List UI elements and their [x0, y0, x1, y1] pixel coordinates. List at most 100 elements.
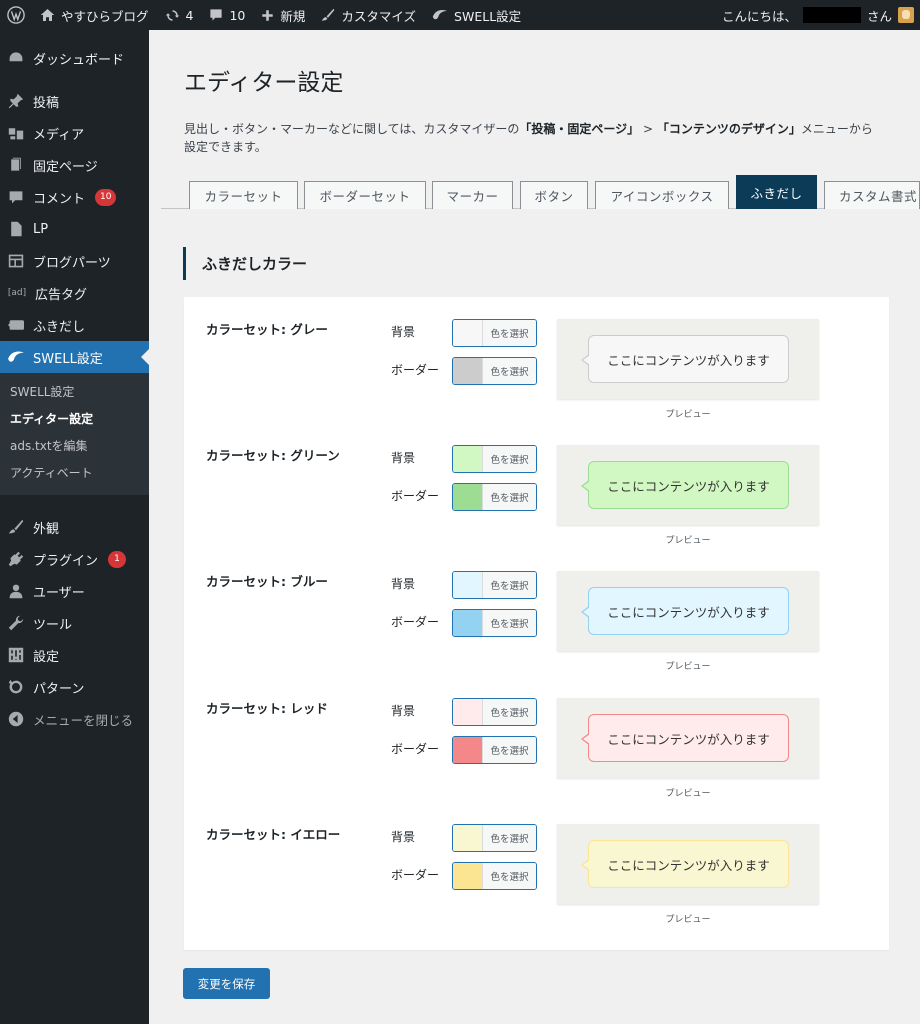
desc-text: メニューから — [800, 122, 873, 136]
tab-button[interactable]: ボタン — [520, 181, 588, 209]
menu-label: メディア — [33, 127, 85, 143]
updates-link[interactable]: 4 — [157, 0, 202, 30]
background-color-picker[interactable]: 色を選択 — [452, 571, 537, 599]
page-icon — [7, 156, 25, 174]
menu-media[interactable]: メディア — [0, 117, 149, 149]
tab-color-set[interactable]: カラーセット — [189, 181, 298, 209]
menu-pages[interactable]: 固定ページ — [0, 149, 149, 181]
border-swatch — [453, 863, 483, 889]
main-content: エディター設定 見出し・ボタン・マーカーなどに関しては、カスタマイザーの「投稿・… — [149, 30, 920, 1024]
updates-count: 4 — [185, 7, 194, 23]
swell-label: SWELL設定 — [454, 8, 522, 24]
menu-tools[interactable]: ツール — [0, 607, 149, 639]
border-swatch — [453, 737, 483, 763]
my-account[interactable]: こんにちは、 さん — [722, 6, 920, 25]
bubble-tail-fill — [583, 607, 590, 617]
menu-label: ブログパーツ — [33, 255, 111, 271]
menu-settings[interactable]: 設定 — [0, 639, 149, 671]
comments-count: 10 — [229, 7, 246, 23]
menu-appearance[interactable]: 外観 — [0, 511, 149, 543]
border-label: ボーダー — [391, 868, 440, 882]
collapse-menu-button[interactable]: メニューを閉じる — [0, 703, 149, 735]
background-swatch — [453, 825, 483, 851]
preview-bubble: ここにコンテンツが入ります — [581, 714, 789, 762]
menu-label: ツール — [33, 617, 73, 633]
save-button[interactable]: 変更を保存 — [183, 968, 270, 999]
border-label: ボーダー — [391, 615, 440, 629]
submenu-activate[interactable]: アクティベート — [0, 460, 149, 487]
background-color-picker[interactable]: 色を選択 — [452, 698, 537, 726]
preview-label: プレビュー — [665, 662, 711, 672]
submenu-editor-settings[interactable]: エディター設定 — [0, 406, 149, 433]
menu-label: ふきだし — [33, 319, 86, 335]
bubble-text: ここにコンテンツが入ります — [607, 857, 770, 873]
menu-label: プラグイン — [33, 553, 99, 569]
pick-color-label: 色を選択 — [483, 446, 536, 472]
menu-patterns[interactable]: パターン — [0, 671, 149, 703]
greeting-suffix: さん — [866, 8, 892, 24]
border-color-picker[interactable]: 色を選択 — [452, 357, 537, 385]
wordpress-logo-icon[interactable] — [0, 0, 32, 30]
ad-icon: [ad] — [7, 288, 27, 298]
preview-bubble: ここにコンテンツが入ります — [581, 461, 789, 509]
preview-label: プレビュー — [665, 536, 711, 546]
tab-icon-box[interactable]: アイコンボックス — [595, 181, 729, 209]
background-color-picker[interactable]: 色を選択 — [452, 824, 537, 852]
color-set-label: カラーセット: グレー — [206, 322, 328, 337]
comments-link[interactable]: 10 — [201, 0, 253, 30]
border-color-picker[interactable]: 色を選択 — [452, 483, 537, 511]
menu-plugins[interactable]: プラグイン 1 — [0, 543, 149, 575]
layout-icon — [7, 252, 25, 270]
menu-label: パターン — [33, 681, 85, 697]
pick-color-label: 色を選択 — [483, 737, 536, 763]
site-name: やすひらブログ — [61, 8, 149, 24]
tab-marker[interactable]: マーカー — [432, 181, 513, 209]
comment-icon — [7, 188, 25, 206]
balloon-preview: ここにコンテンツが入ります — [557, 698, 819, 778]
menu-posts[interactable]: 投稿 — [0, 85, 149, 117]
background-color-picker[interactable]: 色を選択 — [452, 445, 537, 473]
new-content-link[interactable]: 新規 — [253, 0, 313, 30]
menu-blog-parts[interactable]: ブログパーツ — [0, 245, 149, 277]
menu-comments[interactable]: コメント 10 — [0, 181, 149, 213]
border-color-picker[interactable]: 色を選択 — [452, 862, 537, 890]
background-swatch — [453, 446, 483, 472]
color-set-row: カラーセット: ブルー 背景 色を選択 ボーダー 色を選択 ここにコンテンツが入ります プレ… — [184, 549, 889, 675]
submenu-swell-settings[interactable]: SWELL設定 — [0, 379, 149, 406]
avatar[interactable] — [898, 7, 914, 23]
menu-swell-settings[interactable]: SWELL設定 — [0, 341, 149, 373]
menu-users[interactable]: ユーザー — [0, 575, 149, 607]
greeting-prefix: こんにちは、 — [721, 8, 797, 24]
tab-custom-format[interactable]: カスタム書式 — [824, 181, 920, 209]
customize-label: カスタマイズ — [341, 8, 417, 24]
menu-label: 外観 — [33, 521, 60, 537]
menu-balloons[interactable]: ふきだし — [0, 309, 149, 341]
new-label: 新規 — [280, 8, 306, 24]
background-label: 背景 — [391, 830, 416, 844]
menu-dashboard[interactable]: ダッシュボード — [0, 42, 149, 74]
menu-ad-tags[interactable]: [ad] 広告タグ — [0, 277, 149, 309]
tab-balloon[interactable]: ふきだし — [736, 175, 817, 209]
swell-icon — [7, 348, 25, 366]
color-set-row: カラーセット: イエロー 背景 色を選択 ボーダー 色を選択 ここにコンテンツが入りますプ… — [184, 802, 889, 928]
background-label: 背景 — [391, 451, 416, 465]
menu-lp[interactable]: LP — [0, 213, 149, 245]
border-color-picker[interactable]: 色を選択 — [452, 736, 537, 764]
submenu-ads-txt[interactable]: ads.txtを編集 — [0, 433, 149, 460]
bubble-text: ここにコンテンツが入ります — [607, 352, 770, 368]
bubble-tail-fill — [583, 481, 590, 491]
desc-text: 見出し・ボタン・マーカーなどに関しては、カスタマイザーの — [184, 122, 520, 136]
background-swatch — [453, 572, 483, 598]
tab-border-set[interactable]: ボーダーセット — [304, 181, 426, 209]
swell-settings-link[interactable]: SWELL設定 — [424, 0, 529, 30]
border-color-picker[interactable]: 色を選択 — [452, 609, 537, 637]
dashboard-icon — [7, 49, 25, 67]
background-swatch — [453, 320, 483, 346]
customize-link[interactable]: カスタマイズ — [313, 0, 424, 30]
color-set-label: カラーセット: イエロー — [206, 827, 341, 842]
pick-color-label: 色を選択 — [483, 699, 536, 725]
site-name-link[interactable]: やすひらブログ — [32, 0, 157, 30]
background-color-picker[interactable]: 色を選択 — [452, 319, 537, 347]
preview-bubble: ここにコンテンツが入ります — [581, 840, 789, 888]
collapse-icon — [7, 710, 25, 728]
